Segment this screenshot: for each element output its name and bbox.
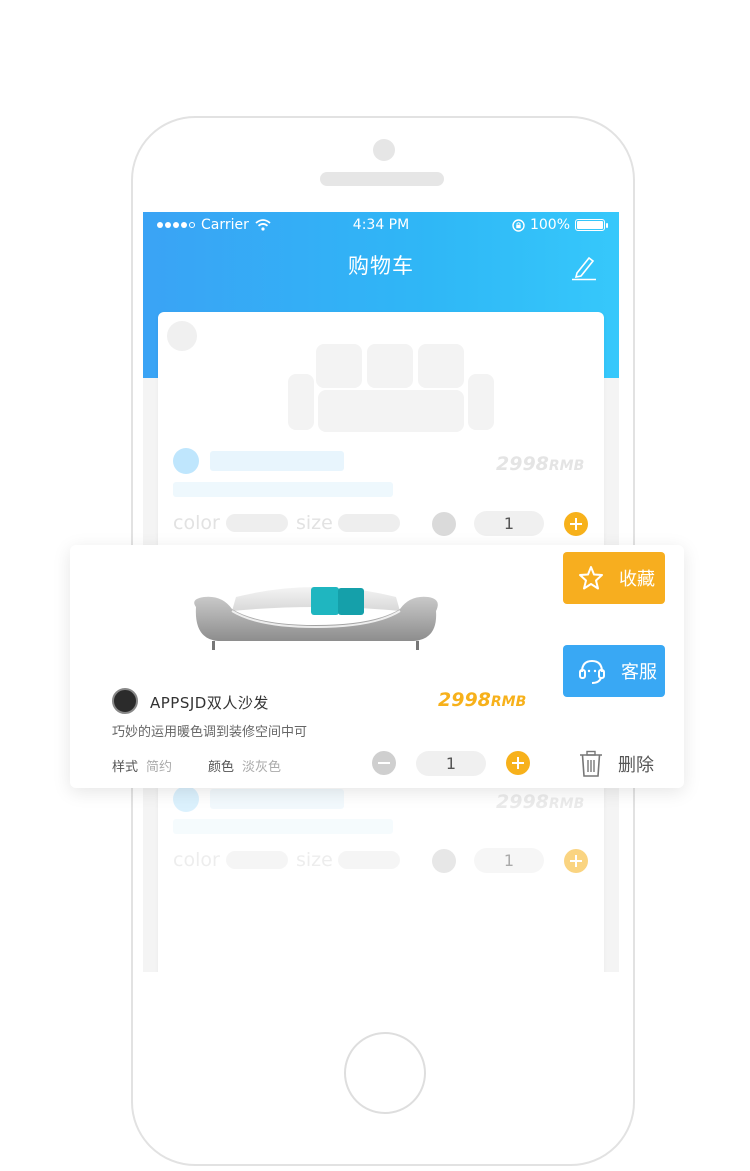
brand-logo-placeholder	[173, 448, 199, 474]
ghost-lower-qty: 1	[474, 848, 544, 873]
service-label: 客服	[621, 662, 657, 683]
style-attribute: 样式 简约	[112, 760, 173, 775]
status-bar: Carrier 4:34 PM 100%	[143, 212, 619, 240]
quantity-decrease-button[interactable]	[372, 751, 396, 775]
ghost-color-pill	[226, 514, 288, 532]
star-icon	[579, 566, 603, 590]
page-title: 购物车	[348, 254, 414, 278]
ghost-color-label: color	[173, 512, 220, 534]
ghost-lower-price: 2998RMB	[496, 791, 585, 813]
cart-item-card[interactable]: APPSJD双人沙发 巧妙的运用暖色调到装修空间中可 2998RMB 样式 简约 …	[70, 545, 684, 788]
trash-icon	[580, 750, 602, 777]
sofa-product-image	[194, 587, 438, 650]
desc-placeholder	[173, 482, 393, 497]
earpiece-speaker	[320, 172, 444, 186]
headset-icon	[579, 659, 605, 684]
product-name: APPSJD双人沙发	[150, 694, 269, 712]
ghost-lower-color-label: color	[173, 849, 220, 871]
ghost-qty-minus[interactable]	[432, 512, 456, 536]
product-price: 2998RMB	[438, 689, 527, 711]
edit-pencil-icon[interactable]	[569, 252, 599, 282]
battery-icon	[575, 219, 608, 231]
product-description: 巧妙的运用暖色调到装修空间中可	[112, 725, 308, 740]
ghost-size-pill	[338, 514, 400, 532]
delete-label: 删除	[618, 755, 654, 776]
quantity-value[interactable]: 1	[416, 751, 486, 776]
ghost-qty-plus[interactable]	[564, 512, 588, 536]
delete-button[interactable]: 删除	[578, 750, 654, 778]
ghost-size-label: size	[296, 512, 333, 534]
quantity-increase-button[interactable]	[506, 751, 530, 775]
battery-percent: 100%	[529, 217, 570, 233]
customer-service-button[interactable]: 客服	[563, 645, 665, 697]
color-attribute: 颜色 淡灰色	[208, 760, 282, 775]
favorite-button[interactable]: 收藏	[563, 552, 665, 604]
home-button[interactable]	[344, 1032, 426, 1114]
front-camera	[373, 139, 395, 161]
favorite-label: 收藏	[619, 569, 655, 590]
ghost-price: 2998RMB	[496, 453, 585, 475]
title-placeholder	[210, 451, 344, 471]
ghost-qty-box[interactable]: 1	[474, 511, 544, 536]
ghost-lower-size-label: size	[296, 849, 333, 871]
select-checkbox[interactable]	[167, 321, 197, 351]
brand-logo-icon	[112, 688, 138, 714]
rotation-lock-icon	[512, 218, 525, 232]
